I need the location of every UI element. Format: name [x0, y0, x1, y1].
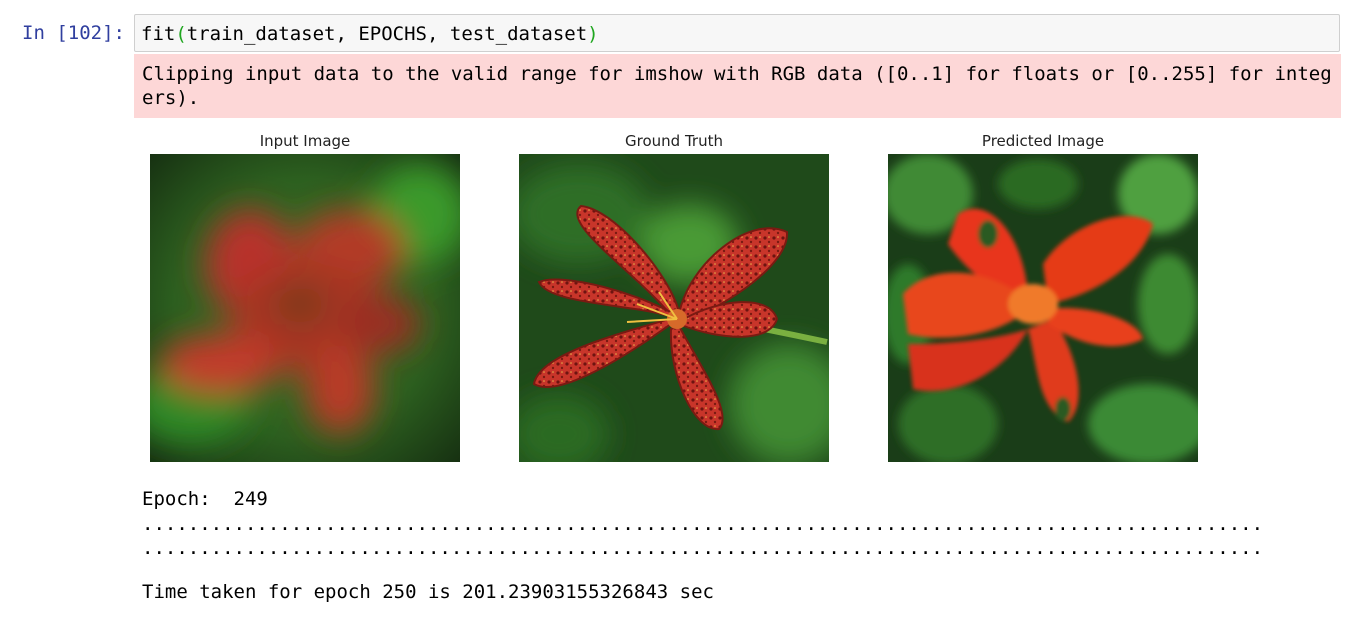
predicted-flower-image: [888, 154, 1198, 462]
blurred-flower-image: [150, 154, 460, 462]
figure-predicted-image: Predicted Image: [888, 130, 1198, 462]
figure-ground-truth: Ground Truth: [519, 130, 829, 462]
stderr-output: Clipping input data to the valid range f…: [134, 54, 1341, 118]
code-open-paren: (: [175, 23, 187, 45]
progress-dots-line-1: ........................................…: [142, 513, 1264, 535]
figure-title: Input Image: [259, 132, 351, 150]
red-lily-flower-image: [519, 154, 829, 462]
cell-prompt: In [102]:: [22, 22, 125, 44]
code-arguments: train_dataset, EPOCHS, test_dataset: [186, 23, 588, 45]
code-function: fit: [141, 23, 176, 45]
code-line[interactable]: fit(train_dataset, EPOCHS, test_dataset): [141, 21, 599, 47]
figure-input-image: Input Image: [150, 130, 460, 462]
epoch-time-output: Time taken for epoch 250 is 201.23903155…: [142, 581, 714, 603]
code-cell-input[interactable]: fit(train_dataset, EPOCHS, test_dataset): [134, 14, 1340, 52]
figure-title: Predicted Image: [981, 132, 1105, 150]
code-close-paren: ): [587, 23, 599, 45]
epoch-output: Epoch: 249: [142, 488, 268, 510]
figure-title: Ground Truth: [625, 132, 723, 150]
progress-dots-line-2: ........................................…: [142, 537, 1264, 559]
